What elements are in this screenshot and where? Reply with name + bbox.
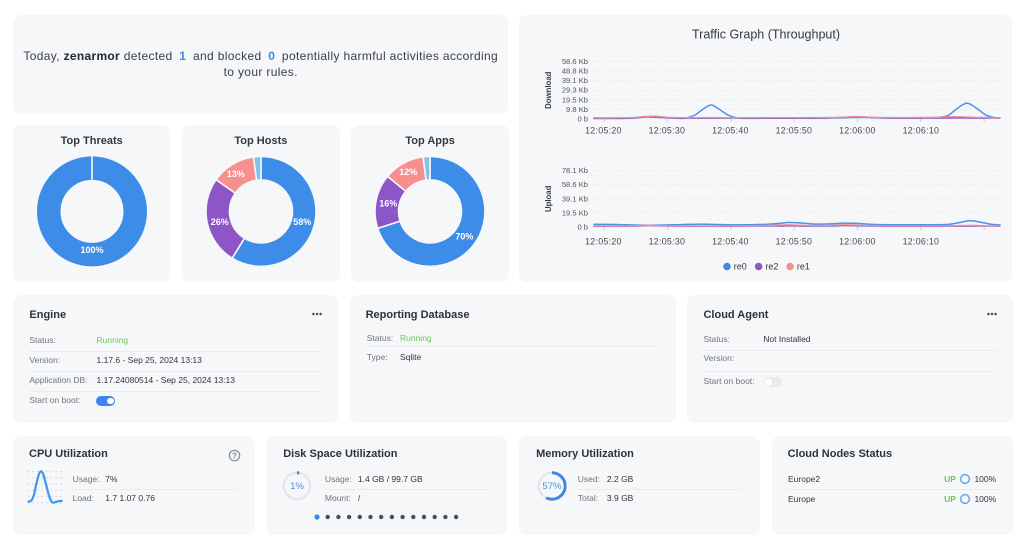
svg-text:0 b: 0 b [577, 222, 588, 231]
svg-text:re1: re1 [797, 262, 810, 272]
svg-text:12%: 12% [400, 167, 418, 177]
svg-text:12:05:50: 12:05:50 [776, 237, 813, 247]
svg-text:12:06:00: 12:06:00 [839, 126, 876, 136]
svg-text:Download: Download [544, 71, 553, 108]
svg-text:12:05:40: 12:05:40 [712, 237, 749, 247]
svg-text:12:05:50: 12:05:50 [776, 126, 813, 136]
svg-text:70%: 70% [456, 232, 474, 242]
svg-text:19.5 Kb: 19.5 Kb [562, 95, 588, 104]
svg-text:57%: 57% [543, 481, 563, 492]
svg-text:12:06:00: 12:06:00 [839, 237, 876, 247]
svg-text:13%: 13% [227, 169, 245, 179]
svg-text:re0: re0 [734, 262, 747, 272]
svg-text:58%: 58% [293, 217, 311, 227]
svg-text:58.6 Kb: 58.6 Kb [562, 180, 588, 189]
svg-text:48.8 Kb: 48.8 Kb [562, 67, 588, 76]
svg-text:39.1 Kb: 39.1 Kb [562, 194, 588, 203]
svg-text:12:05:30: 12:05:30 [649, 237, 686, 247]
svg-text:Upload: Upload [544, 185, 553, 212]
svg-text:0 b: 0 b [577, 114, 588, 123]
svg-text:100%: 100% [80, 245, 103, 255]
svg-text:12:06:10: 12:06:10 [903, 126, 940, 136]
svg-text:58.6 Kb: 58.6 Kb [562, 57, 588, 66]
svg-text:16%: 16% [380, 199, 398, 209]
svg-text:?: ? [232, 451, 237, 460]
svg-text:19.5 Kb: 19.5 Kb [562, 208, 588, 217]
svg-text:1%: 1% [290, 481, 304, 492]
svg-text:re2: re2 [765, 262, 778, 272]
svg-text:78.1 Kb: 78.1 Kb [562, 166, 588, 175]
svg-text:12:05:20: 12:05:20 [585, 126, 622, 136]
svg-text:12:06:10: 12:06:10 [903, 237, 940, 247]
svg-text:29.3 Kb: 29.3 Kb [562, 86, 588, 95]
svg-text:9.8 Kb: 9.8 Kb [566, 105, 588, 114]
svg-text:12:05:20: 12:05:20 [585, 237, 622, 247]
svg-text:26%: 26% [211, 217, 229, 227]
svg-text:12:05:40: 12:05:40 [712, 126, 749, 136]
svg-text:12:05:30: 12:05:30 [649, 126, 686, 136]
svg-text:Traffic Graph (Throughput): Traffic Graph (Throughput) [692, 28, 840, 42]
svg-text:39.1 Kb: 39.1 Kb [562, 76, 588, 85]
